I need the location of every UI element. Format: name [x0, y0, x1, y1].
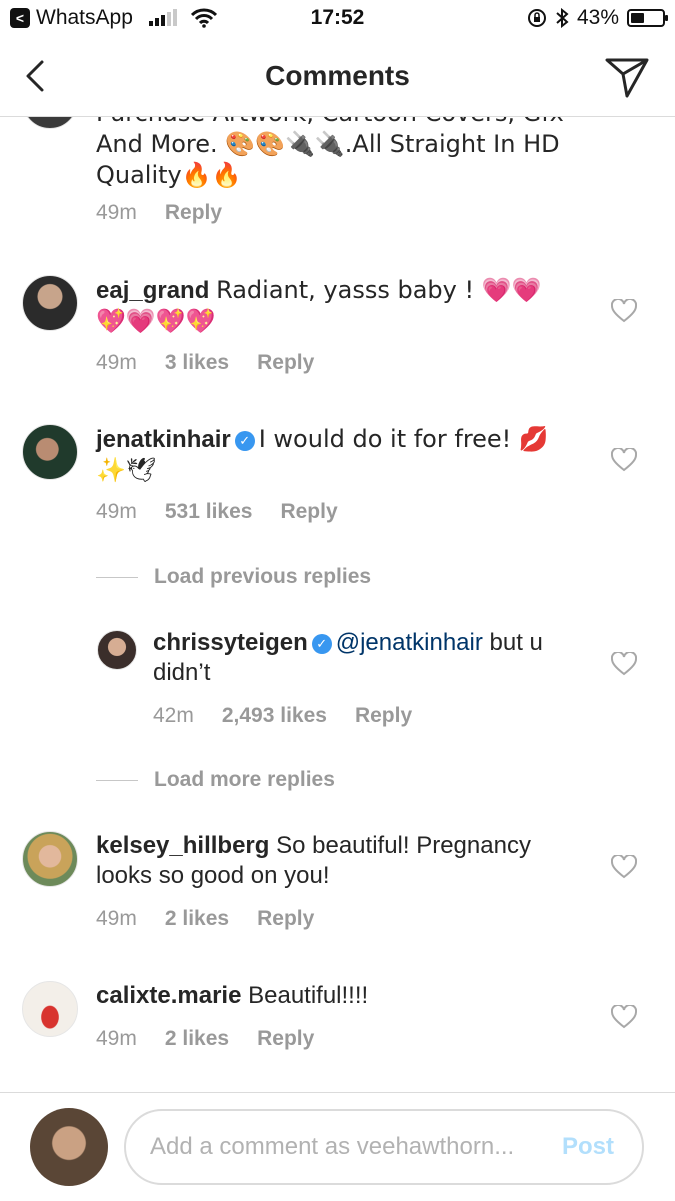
comment-time: 49m	[96, 351, 137, 374]
likes-count[interactable]: 2 likes	[165, 907, 229, 931]
avatar[interactable]	[97, 630, 137, 670]
status-right: 43%	[527, 6, 668, 30]
heart-icon[interactable]	[611, 1005, 637, 1029]
divider	[96, 779, 138, 781]
avatar[interactable]	[22, 117, 78, 129]
comment-username[interactable]: chrissyteigen	[153, 629, 308, 656]
likes-count[interactable]: 3 likes	[165, 351, 229, 375]
comment-text: kelsey_hillberg So beautiful! Pregnancy …	[96, 831, 576, 891]
avatar[interactable]	[22, 831, 78, 887]
mention-link[interactable]: @jenatkinhair	[336, 629, 483, 656]
comment-text: chrissyteigen ✓ @jenatkinhair but u didn’t	[153, 628, 583, 688]
avatar[interactable]	[22, 275, 78, 331]
comment-meta: 49m Reply	[96, 201, 222, 225]
reply-button[interactable]: Reply	[257, 907, 314, 931]
avatar[interactable]	[22, 981, 78, 1037]
battery-icon	[627, 9, 668, 27]
battery-percent: 43%	[576, 6, 619, 29]
comment-text: Purchase Artwork, Cartoon Covers, Gfx An…	[96, 117, 596, 191]
likes-count[interactable]: 531 likes	[165, 500, 253, 524]
heart-icon[interactable]	[611, 448, 637, 472]
reply-button[interactable]: Reply	[257, 1027, 314, 1051]
load-previous-label: Load previous replies	[154, 565, 372, 588]
post-button[interactable]: Post	[562, 1133, 614, 1161]
likes-count[interactable]: 2,493 likes	[222, 704, 327, 728]
comment-text: eaj_grand Radiant, yasss baby ! 💗💗💖💗💖💖	[96, 275, 556, 337]
comment-time: 49m	[96, 907, 137, 930]
divider	[96, 576, 138, 578]
verified-badge-icon: ✓	[311, 634, 332, 654]
comment-username[interactable]: jenatkinhair	[96, 426, 231, 453]
paper-plane-icon[interactable]	[605, 56, 649, 98]
comment-input[interactable]	[148, 1132, 552, 1162]
status-bar: < WhatsApp 17:52 43%	[0, 0, 675, 38]
comment-username[interactable]: kelsey_hillberg	[96, 832, 269, 859]
comment-username[interactable]: calixte.marie	[96, 982, 241, 1009]
comment-meta: 49m 2 likes Reply	[96, 1027, 314, 1051]
comment-meta: 49m 531 likes Reply	[96, 500, 338, 524]
reply-button[interactable]: Reply	[355, 704, 412, 728]
heart-icon[interactable]	[611, 652, 637, 676]
comment-time: 49m	[96, 500, 137, 523]
comment-meta: 49m 3 likes Reply	[96, 351, 314, 375]
heart-icon[interactable]	[611, 299, 637, 323]
comment-composer: Post	[0, 1092, 675, 1201]
comment-body: Purchase Artwork, Cartoon Covers, Gfx An…	[96, 117, 564, 189]
comment-time: 49m	[96, 201, 137, 224]
avatar[interactable]	[22, 424, 78, 480]
bluetooth-icon	[556, 8, 569, 28]
verified-badge-icon: ✓	[234, 431, 255, 451]
comment-time: 49m	[96, 1027, 137, 1050]
comment-input-wrapper: Post	[124, 1109, 644, 1185]
comment-text: calixte.marie Beautiful!!!!	[96, 981, 576, 1011]
nav-bar: Comments	[0, 38, 675, 117]
comment-time: 42m	[153, 704, 194, 727]
comment-meta: 49m 2 likes Reply	[96, 907, 314, 931]
rotation-lock-icon	[527, 9, 546, 27]
heart-icon[interactable]	[611, 855, 637, 879]
comment-username[interactable]: eaj_grand	[96, 277, 209, 304]
comment-list[interactable]: Purchase Artwork, Cartoon Covers, Gfx An…	[0, 117, 675, 1092]
comment-meta: 42m 2,493 likes Reply	[153, 704, 412, 728]
avatar	[30, 1108, 108, 1186]
load-more-label: Load more replies	[154, 768, 335, 791]
load-more-replies[interactable]: Load more replies	[96, 768, 335, 792]
reply-button[interactable]: Reply	[165, 201, 222, 225]
comment-body: Beautiful!!!!	[248, 982, 369, 1009]
load-previous-replies[interactable]: Load previous replies	[96, 565, 371, 589]
likes-count[interactable]: 2 likes	[165, 1027, 229, 1051]
page-title: Comments	[265, 60, 410, 91]
comment-text: jenatkinhair ✓ I would do it for free! 💋✨🕊	[96, 424, 566, 486]
reply-button[interactable]: Reply	[280, 500, 337, 524]
battery-level	[631, 13, 644, 23]
reply-button[interactable]: Reply	[257, 351, 314, 375]
